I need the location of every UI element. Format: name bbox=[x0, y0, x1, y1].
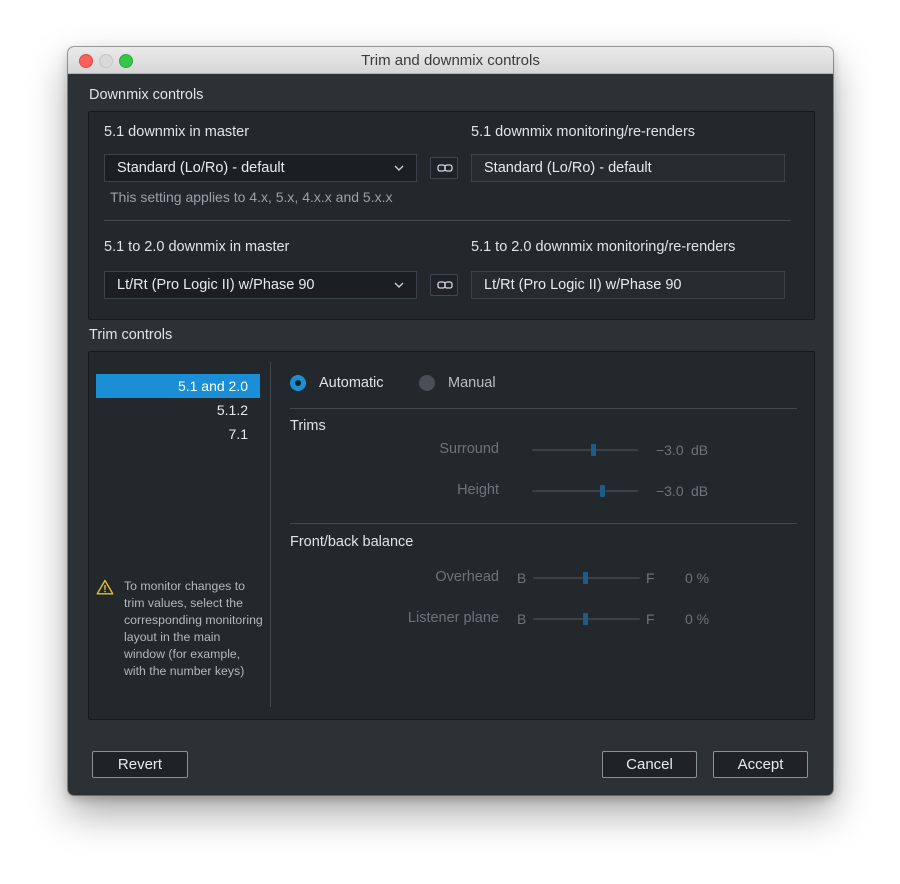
automatic-radio[interactable] bbox=[290, 375, 306, 391]
surround-slider[interactable] bbox=[532, 449, 638, 451]
revert-button[interactable]: Revert bbox=[92, 751, 188, 778]
downmix-master-select[interactable]: Standard (Lo/Ro) - default bbox=[104, 154, 417, 182]
downmix2-master-label: 5.1 to 2.0 downmix in master bbox=[104, 239, 290, 255]
overhead-slider-knob[interactable] bbox=[583, 572, 588, 584]
link-icon bbox=[437, 164, 453, 172]
link-button[interactable] bbox=[430, 157, 458, 179]
height-slider-knob[interactable] bbox=[600, 485, 605, 497]
downmix-hint: This setting applies to 4.x, 5.x, 4.x.x … bbox=[110, 189, 393, 205]
layout-item-5-1-and-2-0[interactable]: 5.1 and 2.0 bbox=[96, 374, 260, 398]
accept-button[interactable]: Accept bbox=[713, 751, 808, 778]
downmix-master-value: Standard (Lo/Ro) - default bbox=[117, 160, 285, 176]
surround-unit: dB bbox=[691, 442, 709, 458]
titlebar: Trim and downmix controls bbox=[68, 47, 833, 74]
downmix2-monitor-label: 5.1 to 2.0 downmix monitoring/re-renders bbox=[471, 239, 736, 255]
downmix2-monitor-value: Lt/Rt (Pro Logic II) w/Phase 90 bbox=[471, 271, 785, 299]
downmix-monitor-value: Standard (Lo/Ro) - default bbox=[471, 154, 785, 182]
overhead-label: Overhead bbox=[435, 569, 499, 585]
trims-heading: Trims bbox=[290, 418, 326, 434]
downmix2-master-value: Lt/Rt (Pro Logic II) w/Phase 90 bbox=[117, 277, 315, 293]
listener-slider-knob[interactable] bbox=[583, 613, 588, 625]
mode-divider bbox=[290, 408, 797, 409]
listener-back-label: B bbox=[517, 611, 527, 627]
overhead-value: 0 % bbox=[685, 570, 710, 586]
manual-radio[interactable] bbox=[419, 375, 435, 391]
link-button-2[interactable] bbox=[430, 274, 458, 296]
chevron-down-icon bbox=[394, 165, 404, 171]
downmix-section-label: Downmix controls bbox=[89, 87, 204, 103]
automatic-label[interactable]: Automatic bbox=[319, 375, 383, 391]
trim-section-label: Trim controls bbox=[89, 327, 173, 343]
height-value: −3.0 bbox=[656, 483, 684, 499]
overhead-front-label: F bbox=[646, 570, 655, 586]
height-unit: dB bbox=[691, 483, 709, 499]
manual-label[interactable]: Manual bbox=[448, 375, 496, 391]
listener-front-label: F bbox=[646, 611, 655, 627]
link-icon bbox=[437, 281, 453, 289]
trim-vertical-separator bbox=[270, 362, 271, 707]
downmix2-master-select[interactable]: Lt/Rt (Pro Logic II) w/Phase 90 bbox=[104, 271, 417, 299]
monitor-warning-text: To monitor changes to trim values, selec… bbox=[124, 579, 263, 678]
downmix-monitor-label: 5.1 downmix monitoring/re-renders bbox=[471, 124, 696, 140]
surround-value: −3.0 bbox=[656, 442, 684, 458]
downmix-master-label: 5.1 downmix in master bbox=[104, 124, 250, 140]
listener-plane-label: Listener plane bbox=[407, 610, 499, 626]
surround-slider-knob[interactable] bbox=[591, 444, 596, 456]
surround-label: Surround bbox=[439, 441, 499, 457]
height-label: Height bbox=[457, 482, 499, 498]
window-title: Trim and downmix controls bbox=[361, 52, 540, 69]
warning-icon bbox=[96, 579, 114, 595]
cancel-button[interactable]: Cancel bbox=[602, 751, 697, 778]
overhead-back-label: B bbox=[517, 570, 527, 586]
chevron-down-icon bbox=[394, 282, 404, 288]
layout-item-7-1[interactable]: 7.1 bbox=[96, 422, 260, 446]
balance-divider bbox=[290, 523, 797, 524]
listener-value: 0 % bbox=[685, 611, 710, 627]
layout-item-5-1-2[interactable]: 5.1.2 bbox=[96, 398, 260, 422]
balance-heading: Front/back balance bbox=[290, 534, 414, 550]
height-slider[interactable] bbox=[532, 490, 638, 492]
downmix-divider bbox=[104, 220, 791, 221]
